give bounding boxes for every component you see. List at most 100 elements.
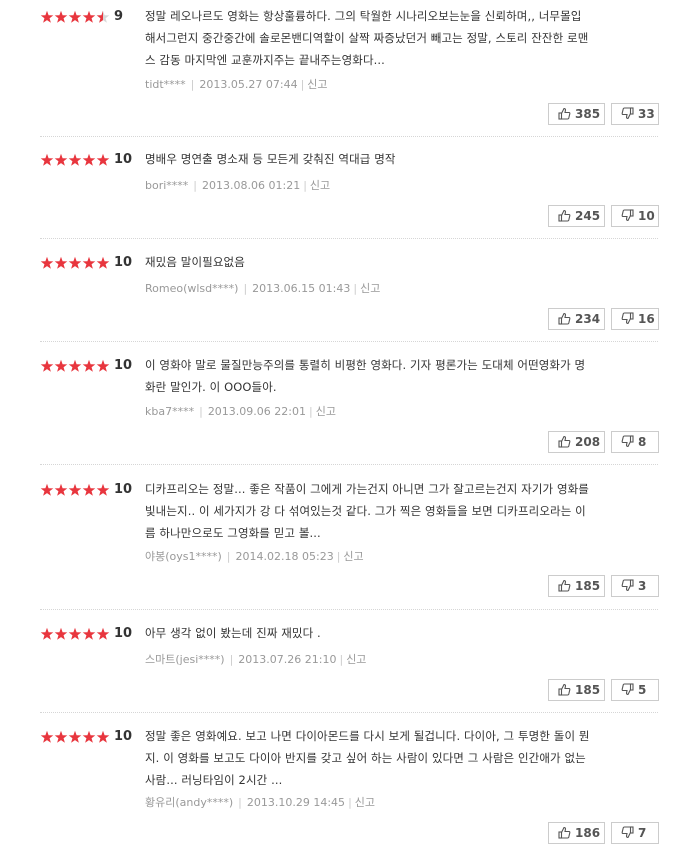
separator: | (353, 282, 358, 295)
review-author[interactable]: kba7**** (145, 405, 194, 418)
star-icon (54, 10, 68, 23)
report-link[interactable]: 신고 (343, 550, 363, 563)
dislike-button[interactable]: 3 (611, 575, 659, 597)
review-author[interactable]: tidt**** (145, 78, 186, 91)
review-meta: 황유리(andy****) | 2013.10.29 14:45 | 신고 (145, 796, 375, 810)
review-date: 2013.07.26 21:10 (238, 653, 337, 666)
star-icon (54, 627, 68, 640)
review-text-line: 디카프리오는 정말... 좋은 작품이 그에게 가는건지 아니면 그가 잘고르는… (145, 482, 589, 496)
thumbs-down-icon (621, 107, 634, 120)
review-meta: bori**** | 2013.08.06 01:21 | 신고 (145, 179, 330, 193)
review-author[interactable]: 스마트(jesi****) (145, 653, 225, 666)
review-text: 명배우 명연출 명소재 등 모든게 갖춰진 역대급 명작 (145, 148, 645, 170)
star-icon (68, 730, 82, 743)
report-link[interactable]: 신고 (310, 179, 330, 192)
dislike-button[interactable]: 10 (611, 205, 659, 227)
thumbs-up-icon (558, 435, 571, 448)
star-rating (40, 153, 110, 167)
star-rating (40, 359, 110, 373)
review-date: 2013.05.27 07:44 (199, 78, 298, 91)
review-score: 10 (114, 482, 133, 497)
report-link[interactable]: 신고 (346, 653, 366, 666)
report-link[interactable]: 신고 (307, 78, 327, 91)
star-icon (68, 627, 82, 640)
review-text-line: 재밌음 말이필요없음 (145, 255, 245, 269)
review-text-line: 아무 생각 없이 봤는데 진짜 재밌다 . (145, 626, 321, 640)
review-text-line: 지. 이 영화를 보고도 다이아 반지를 갖고 싶어 하는 사람이 있다면 그 … (145, 751, 586, 765)
star-rating (40, 256, 110, 270)
thumbs-down-icon (621, 826, 634, 839)
star-icon (82, 256, 96, 269)
like-count: 185 (575, 683, 601, 697)
like-button[interactable]: 185 (548, 679, 605, 701)
review-date: 2013.08.06 01:21 (202, 179, 301, 192)
star-icon (54, 730, 68, 743)
review-score: 9 (114, 9, 124, 24)
like-count: 208 (575, 435, 601, 449)
review-score: 10 (114, 729, 133, 744)
review-meta: 스마트(jesi****) | 2013.07.26 21:10 | 신고 (145, 653, 366, 667)
star-icon (40, 627, 54, 640)
review-divider (40, 238, 658, 239)
dislike-button[interactable]: 16 (611, 308, 659, 330)
separator: | (336, 550, 341, 563)
separator: | (226, 550, 231, 563)
dislike-button[interactable]: 7 (611, 822, 659, 844)
like-button[interactable]: 234 (548, 308, 605, 330)
thumbs-down-icon (621, 435, 634, 448)
separator: | (243, 282, 248, 295)
star-icon (40, 10, 54, 23)
dislike-count: 16 (638, 312, 655, 326)
thumbs-down-icon (621, 579, 634, 592)
star-icon (40, 359, 54, 372)
star-icon (96, 627, 110, 640)
report-link[interactable]: 신고 (355, 796, 375, 809)
star-icon (82, 730, 96, 743)
review-author[interactable]: 황유리(andy****) (145, 796, 233, 809)
thumbs-up-icon (558, 826, 571, 839)
thumbs-up-icon (558, 107, 571, 120)
report-link[interactable]: 신고 (360, 282, 380, 295)
star-icon (40, 153, 54, 166)
like-button[interactable]: 186 (548, 822, 605, 844)
review-text-line: 해서그런지 중간중간에 솔로몬밴디역할이 살짝 짜증났던거 빼고는 정말, 스토… (145, 31, 589, 45)
separator: | (199, 405, 203, 418)
star-icon (54, 256, 68, 269)
dislike-button[interactable]: 5 (611, 679, 659, 701)
review-text: 정말 좋은 영화예요. 보고 나면 다이아몬드를 다시 보게 될겁니다. 다이아… (145, 725, 645, 791)
dislike-button[interactable]: 33 (611, 103, 659, 125)
like-button[interactable]: 385 (548, 103, 605, 125)
star-icon (96, 153, 110, 166)
separator: | (303, 179, 307, 192)
dislike-count: 5 (638, 683, 647, 697)
like-button[interactable]: 185 (548, 575, 605, 597)
dislike-count: 10 (638, 209, 655, 223)
review-meta: 야봉(oys1****) | 2014.02.18 05:23 | 신고 (145, 550, 364, 564)
review-author[interactable]: bori**** (145, 179, 188, 192)
separator: | (300, 78, 305, 91)
star-rating (40, 627, 110, 641)
star-icon (96, 359, 110, 372)
review-date: 2013.09.06 22:01 (207, 405, 306, 418)
report-link[interactable]: 신고 (316, 405, 336, 418)
star-icon (96, 483, 110, 496)
star-rating (40, 483, 110, 497)
like-button[interactable]: 245 (548, 205, 605, 227)
star-icon (40, 483, 54, 496)
review-score: 10 (114, 152, 133, 167)
separator: | (238, 796, 242, 809)
review-score: 10 (114, 255, 133, 270)
review-author[interactable]: 야봉(oys1****) (145, 550, 222, 563)
star-icon (54, 153, 68, 166)
review-author[interactable]: Romeo(wlsd****) (145, 282, 238, 295)
dislike-count: 33 (638, 107, 655, 121)
star-rating (40, 730, 110, 744)
dislike-button[interactable]: 8 (611, 431, 659, 453)
like-button[interactable]: 208 (548, 431, 605, 453)
star-icon (68, 153, 82, 166)
review-divider (40, 341, 658, 342)
dislike-count: 3 (638, 579, 647, 593)
separator: | (309, 405, 313, 418)
star-icon (68, 359, 82, 372)
like-count: 234 (575, 312, 601, 326)
